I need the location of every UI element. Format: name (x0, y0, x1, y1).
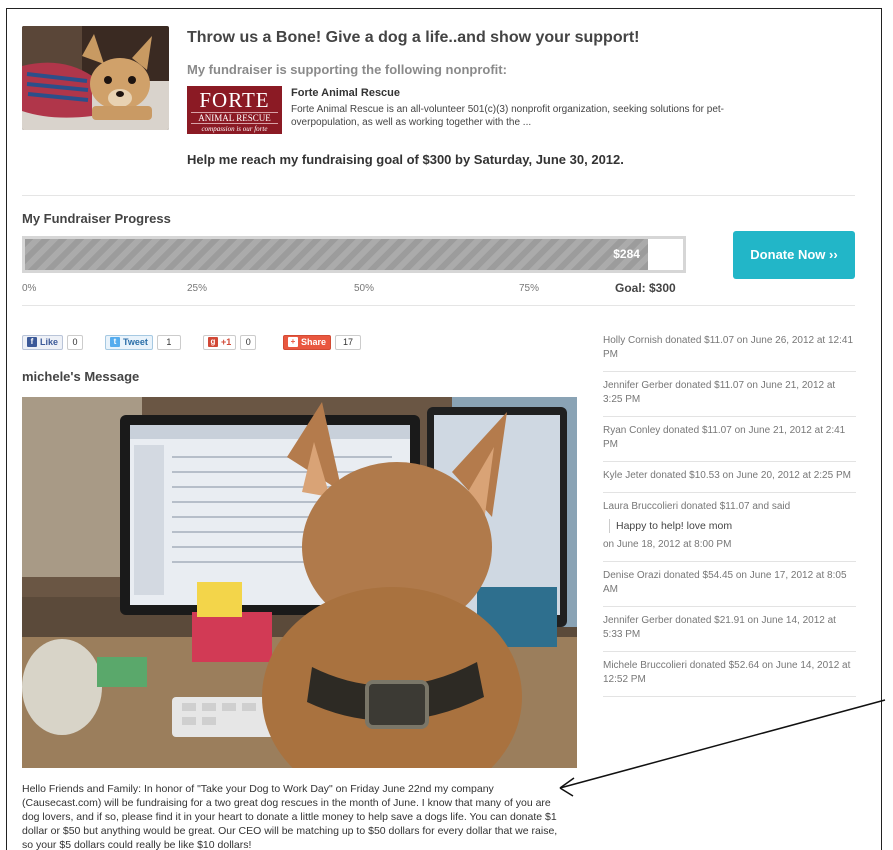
like-label: Like (40, 337, 59, 347)
tweet-count: 1 (156, 334, 181, 350)
google-plus-button[interactable]: g +1 (203, 334, 237, 350)
divider (22, 195, 855, 196)
donation-text: Kyle Jeter donated $10.53 on June 20, 20… (603, 470, 851, 481)
logo-line-3: compassion is our forte (201, 125, 268, 133)
like-count: 0 (67, 334, 84, 350)
tick-75: 75% (519, 283, 540, 294)
logo-line-2: ANIMAL RESCUE (191, 112, 278, 124)
facebook-like-button[interactable]: f Like (22, 334, 64, 350)
fundraiser-subtitle: My fundraiser is supporting the followin… (187, 62, 507, 77)
tweet-button[interactable]: t Tweet (105, 334, 153, 350)
divider (22, 305, 855, 306)
fundraiser-photo (22, 26, 169, 130)
tweet-widget[interactable]: t Tweet 1 (105, 334, 181, 350)
gplus-count: 0 (240, 334, 257, 350)
facebook-icon: f (27, 337, 37, 347)
dog-at-desk-photo (22, 397, 577, 768)
donation-item: Denise Orazi donated $54.45 on June 17, … (603, 562, 856, 607)
tick-25: 25% (187, 283, 208, 294)
goal-text: Help me reach my fundraising goal of $30… (187, 152, 624, 167)
nonprofit-description: Forte Animal Rescue is an all-volunteer … (291, 104, 724, 128)
donation-text: Jennifer Gerber donated $21.91 on June 1… (603, 615, 836, 640)
donation-text: Ryan Conley donated $11.07 on June 21, 2… (603, 425, 846, 450)
share-widget[interactable]: + Share 17 (283, 334, 362, 350)
nonprofit-logo[interactable]: FORTE ANIMAL RESCUE compassion is our fo… (187, 86, 282, 134)
fundraiser-title: Throw us a Bone! Give a dog a life..and … (187, 29, 640, 46)
share-button[interactable]: + Share (283, 334, 332, 350)
goal-label: Goal: $300 (615, 281, 676, 295)
donation-item: Ryan Conley donated $11.07 on June 21, 2… (603, 417, 856, 462)
share-count: 17 (335, 334, 362, 350)
donations-list: Holly Cornish donated $11.07 on June 26,… (603, 327, 856, 697)
donation-item: Holly Cornish donated $11.07 on June 26,… (603, 327, 856, 372)
donation-text: Denise Orazi donated $54.45 on June 17, … (603, 570, 847, 595)
donation-text: Jennifer Gerber donated $11.07 on June 2… (603, 380, 836, 405)
nonprofit-name-link[interactable]: Forte Animal Rescue (291, 87, 400, 99)
tweet-label: Tweet (123, 337, 148, 347)
logo-line-1: FORTE (199, 88, 270, 112)
progress-bar: $284 (22, 236, 686, 273)
facebook-like-widget[interactable]: f Like 0 (22, 334, 84, 350)
share-label: Share (301, 337, 327, 347)
annotation-arrow (559, 699, 886, 797)
donation-text: Laura Bruccolieri donated $11.07 and sai… (603, 501, 791, 512)
donation-item: Jennifer Gerber donated $11.07 on June 2… (603, 372, 856, 417)
progress-title: My Fundraiser Progress (22, 211, 171, 226)
gplus-label: +1 (221, 337, 232, 347)
donation-text: Holly Cornish donated $11.07 on June 26,… (603, 335, 853, 360)
message-title: michele's Message (22, 369, 140, 384)
donation-quote: Happy to help! love mom (609, 519, 856, 533)
google-plus-widget[interactable]: g +1 0 (203, 334, 257, 350)
donation-date: on June 18, 2012 at 8:00 PM (603, 539, 732, 550)
donation-item: Laura Bruccolieri donated $11.07 and sai… (603, 493, 856, 562)
donation-item: Kyle Jeter donated $10.53 on June 20, 20… (603, 462, 856, 493)
progress-bar-fill: $284 (25, 239, 648, 270)
message-body: Hello Friends and Family: In honor of "T… (22, 783, 558, 850)
tick-0: 0% (22, 283, 37, 294)
donation-text: Michele Bruccolieri donated $52.64 on Ju… (603, 660, 851, 685)
donate-now-button[interactable]: Donate Now ›› (733, 231, 855, 279)
google-plus-icon: g (208, 337, 218, 347)
twitter-icon: t (110, 337, 120, 347)
donation-item: Jennifer Gerber donated $21.91 on June 1… (603, 607, 856, 652)
raised-amount: $284 (613, 247, 640, 261)
tick-50: 50% (354, 283, 375, 294)
share-icon: + (288, 337, 298, 347)
